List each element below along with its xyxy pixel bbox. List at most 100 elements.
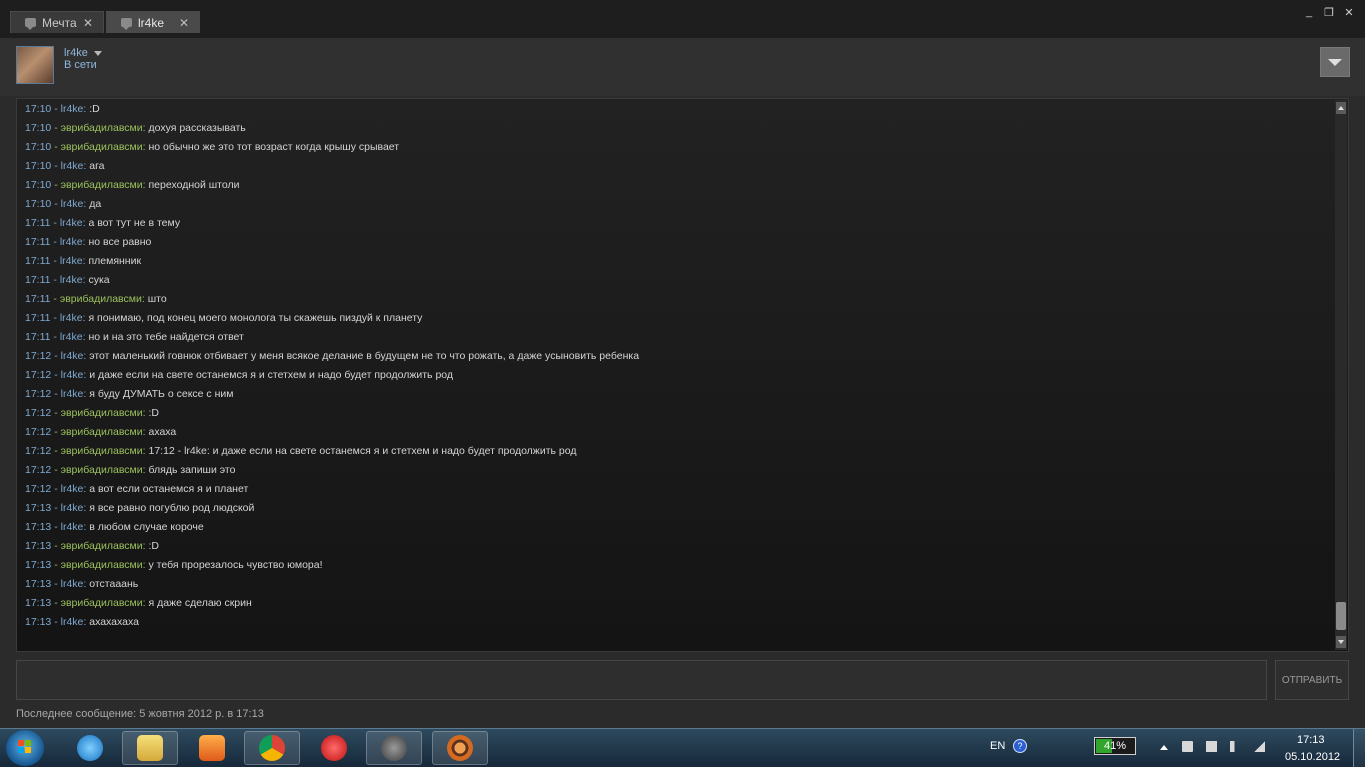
- message-author[interactable]: эврибадилавсми: [61, 464, 143, 476]
- chat-message: 17:13 - lr4ke: я все равно погублю род л…: [25, 502, 254, 514]
- message-author[interactable]: lr4ke: [61, 483, 84, 495]
- message-time: 17:12: [25, 483, 52, 495]
- network-signal-icon[interactable]: [1254, 741, 1265, 752]
- message-separator: -: [51, 559, 61, 571]
- message-time: 17:12: [25, 369, 52, 381]
- clock-date[interactable]: 05.10.2012: [1285, 751, 1340, 763]
- show-hidden-icons-icon[interactable]: [1160, 745, 1168, 750]
- message-time: 17:12: [25, 388, 52, 400]
- close-icon[interactable]: ✕: [177, 16, 191, 30]
- scroll-thumb[interactable]: [1336, 602, 1346, 630]
- message-author[interactable]: lr4ke: [61, 160, 84, 172]
- message-separator: -: [50, 236, 60, 248]
- chat-message: 17:11 - lr4ke: племянник: [25, 255, 141, 267]
- help-icon[interactable]: ?: [1013, 739, 1027, 753]
- red-app-icon[interactable]: [306, 731, 362, 765]
- message-author[interactable]: lr4ke: [60, 236, 83, 248]
- clock-time[interactable]: 17:13: [1297, 734, 1325, 746]
- message-author[interactable]: lr4ke: [61, 616, 84, 628]
- avatar[interactable]: [16, 46, 54, 84]
- message-text: у тебя прорезалось чувство юмора!: [148, 559, 323, 571]
- message-author[interactable]: эврибадилавсми: [60, 293, 142, 305]
- message-author[interactable]: эврибадилавсми: [61, 597, 143, 609]
- send-button[interactable]: ОТПРАВИТЬ: [1275, 660, 1349, 700]
- chevron-down-icon: [1328, 58, 1342, 66]
- tab-bar: Мечта ✕ lr4ke ✕ _ ❐ ✕: [0, 0, 1365, 38]
- chat-message: 17:12 - эврибадилавсми: ахаха: [25, 426, 176, 438]
- tab-lr4ke[interactable]: lr4ke ✕: [106, 11, 200, 33]
- minimize-button[interactable]: _: [1303, 6, 1315, 19]
- message-separator: -: [50, 217, 60, 229]
- message-text: этот маленький говнюк отбивает у меня вс…: [89, 350, 640, 362]
- scrollbar[interactable]: [1335, 100, 1347, 650]
- scroll-up-icon[interactable]: [1336, 102, 1346, 114]
- action-center-icon[interactable]: [1206, 741, 1217, 752]
- message-author[interactable]: эврибадилавсми: [61, 122, 143, 134]
- message-author[interactable]: эврибадилавсми: [61, 426, 143, 438]
- steam-icon[interactable]: [366, 731, 422, 765]
- message-separator: -: [51, 540, 61, 552]
- message-author[interactable]: lr4ke: [60, 274, 83, 286]
- message-author[interactable]: lr4ke: [61, 369, 84, 381]
- power-plug-icon[interactable]: [1182, 741, 1193, 752]
- message-author[interactable]: эврибадилавсми: [61, 559, 143, 571]
- message-separator: -: [51, 369, 61, 381]
- message-author[interactable]: lr4ke: [61, 350, 84, 362]
- message-text: :D: [148, 407, 159, 419]
- message-time: 17:12: [25, 426, 52, 438]
- message-separator: -: [50, 293, 60, 305]
- friend-name[interactable]: lr4ke: [64, 47, 102, 59]
- chrome-icon[interactable]: [244, 731, 300, 765]
- chat-log: 17:10 - lr4ke: :D 17:10 - эврибадилавсми:…: [16, 98, 1349, 652]
- message-time: 17:11: [25, 331, 51, 343]
- message-text: блядь запиши это: [148, 464, 236, 476]
- chat-message: 17:12 - lr4ke: этот маленький говнюк отб…: [25, 350, 639, 362]
- message-author[interactable]: lr4ke: [61, 502, 84, 514]
- chat-message: 17:13 - lr4ke: отстааань: [25, 578, 138, 590]
- message-author[interactable]: эврибадилавсми: [61, 445, 143, 457]
- chat-message: 17:13 - эврибадилавсми: я даже сделаю ск…: [25, 597, 252, 609]
- message-author[interactable]: эврибадилавсми: [61, 141, 143, 153]
- message-author[interactable]: эврибадилавсми: [61, 407, 143, 419]
- start-button[interactable]: [6, 730, 44, 766]
- explorer-icon[interactable]: [122, 731, 178, 765]
- chat-message: 17:12 - lr4ke: и даже если на свете оста…: [25, 369, 453, 381]
- message-text: переходной штоли: [148, 179, 240, 191]
- tab-mechta[interactable]: Мечта ✕: [10, 11, 104, 33]
- message-author[interactable]: lr4ke: [61, 578, 84, 590]
- message-author[interactable]: lr4ke: [60, 312, 83, 324]
- message-author[interactable]: lr4ke: [60, 255, 83, 267]
- tab-label: Мечта: [42, 15, 77, 30]
- battery-indicator[interactable]: 41%: [1094, 737, 1136, 755]
- message-author[interactable]: lr4ke: [61, 103, 84, 115]
- tf2-icon[interactable]: [432, 731, 488, 765]
- friend-status: В сети: [64, 59, 97, 71]
- chevron-down-icon: [93, 50, 102, 56]
- restore-button[interactable]: ❐: [1323, 6, 1335, 19]
- message-time: 17:13: [25, 502, 52, 514]
- message-author[interactable]: lr4ke: [60, 217, 83, 229]
- scroll-down-icon[interactable]: [1336, 636, 1346, 648]
- message-author[interactable]: lr4ke: [61, 388, 84, 400]
- message-text: што: [147, 293, 167, 305]
- message-author[interactable]: lr4ke: [60, 331, 83, 343]
- language-indicator[interactable]: EN: [990, 740, 1005, 752]
- message-separator: -: [51, 426, 61, 438]
- message-separator: -: [51, 521, 61, 533]
- chat-message: 17:10 - эврибадилавсми: дохуя рассказыва…: [25, 122, 246, 134]
- message-time: 17:11: [25, 312, 51, 324]
- ie-icon[interactable]: [62, 731, 118, 765]
- message-author[interactable]: эврибадилавсми: [61, 179, 143, 191]
- show-desktop-button[interactable]: [1353, 729, 1365, 767]
- volume-icon[interactable]: [1230, 741, 1241, 752]
- message-input[interactable]: [16, 660, 1267, 700]
- message-time: 17:10: [25, 179, 52, 191]
- chat-header: lr4ke В сети: [0, 38, 1365, 96]
- close-window-button[interactable]: ✕: [1343, 6, 1355, 19]
- options-dropdown-button[interactable]: [1320, 47, 1350, 77]
- message-author[interactable]: lr4ke: [61, 198, 84, 210]
- message-author[interactable]: эврибадилавсми: [61, 540, 143, 552]
- message-author[interactable]: lr4ke: [61, 521, 84, 533]
- close-icon[interactable]: ✕: [81, 16, 95, 30]
- media-player-icon[interactable]: [184, 731, 240, 765]
